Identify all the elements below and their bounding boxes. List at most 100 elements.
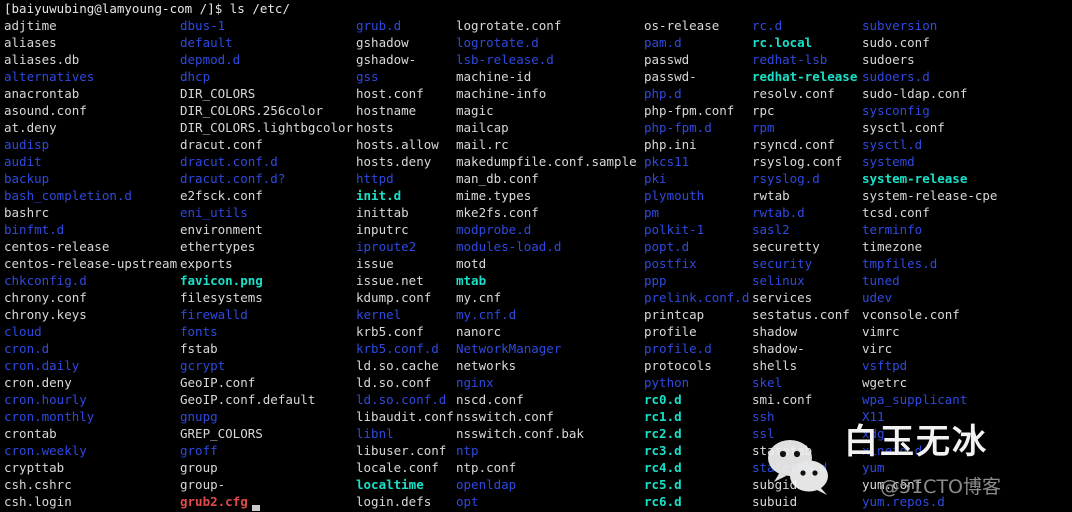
ls-entry: profile <box>644 324 697 339</box>
ls-entry: nginx <box>456 375 494 390</box>
ls-entry: pkcs11 <box>644 154 690 169</box>
ls-entry: exports <box>180 256 233 271</box>
ls-entry: nsswitch.conf.bak <box>456 426 584 441</box>
ls-column: os-release pam.d passwd passwd-php.d php-fpm… <box>644 17 749 510</box>
ls-entry: ld.so.cache <box>356 358 439 373</box>
ls-entry: python <box>644 375 690 390</box>
ls-entry: gnupg <box>180 409 218 424</box>
ls-entry: shells <box>752 358 798 373</box>
ls-entry: default <box>180 35 233 50</box>
ls-entry: csh.cshrc <box>4 477 72 492</box>
shell-prompt-line: [baiyuwubing@lamyoung-com /]$ ls /etc/ <box>4 1 290 16</box>
ls-entry: system-release <box>862 171 968 186</box>
ls-entry: inittab <box>356 205 409 220</box>
ls-entry: udev <box>862 290 893 305</box>
ls-entry: krb5.conf <box>356 324 424 339</box>
ls-column: dbus-1 default depmod.d dhcp DIR_COLORS DIR_C… <box>180 17 353 510</box>
ls-entry: my.cnf <box>456 290 502 305</box>
ls-entry: passwd <box>644 52 690 67</box>
ls-entry: rwtab.d <box>752 205 805 220</box>
ls-entry: logrotate.conf <box>456 18 562 33</box>
ls-entry: rc.local <box>752 35 813 50</box>
ls-entry: wpa_supplicant <box>862 392 968 407</box>
ls-entry: shadow <box>752 324 798 339</box>
ls-entry: wgetrc <box>862 375 908 390</box>
ls-entry: grub.d <box>356 18 402 33</box>
terminal-cursor <box>252 505 260 511</box>
ls-entry: fonts <box>180 324 218 339</box>
ls-entry: bash_completion.d <box>4 188 132 203</box>
ls-entry: ethertypes <box>180 239 256 254</box>
ls-entry: rc0.d <box>644 392 682 407</box>
ls-entry: profile.d <box>644 341 712 356</box>
ls-entry: ld.so.conf.d <box>356 392 447 407</box>
ls-entry: tmpfiles.d <box>862 256 938 271</box>
ls-entry: binfmt.d <box>4 222 65 237</box>
ls-entry: dbus-1 <box>180 18 226 33</box>
ls-entry: yum <box>862 460 885 475</box>
ls-entry: rc1.d <box>644 409 682 424</box>
ls-entry: alternatives <box>4 69 95 84</box>
ls-entry: sudoers.d <box>862 69 930 84</box>
ls-entry: resolv.conf <box>752 86 835 101</box>
ls-entry: subuid <box>752 494 798 509</box>
ls-entry: php.d <box>644 86 682 101</box>
ls-entry: ssl <box>752 426 775 441</box>
ls-entry: rsyslog.conf <box>752 154 843 169</box>
ls-entry: dhcp <box>180 69 211 84</box>
ls-entry: polkit-1 <box>644 222 705 237</box>
ls-entry: issue <box>356 256 394 271</box>
ls-entry: libnl <box>356 426 394 441</box>
ls-entry: motd <box>456 256 487 271</box>
ls-entry: dracut.conf.d <box>180 154 278 169</box>
ls-entry: os-release <box>644 18 720 33</box>
ls-entry: dracut.conf.d? <box>180 171 286 186</box>
ls-entry: rc5.d <box>644 477 682 492</box>
ls-entry: GeoIP.conf.default <box>180 392 316 407</box>
ls-entry: X11 <box>862 409 885 424</box>
ls-entry: mtab <box>456 273 487 288</box>
ls-entry: mime.types <box>456 188 532 203</box>
ls-entry: DIR_COLORS <box>180 86 256 101</box>
ls-entry: yum.conf <box>862 477 923 492</box>
ls-entry: subgid <box>752 477 798 492</box>
ls-entry: hosts <box>356 120 394 135</box>
ls-entry: mail.rc <box>456 137 509 152</box>
ls-entry: ntp <box>456 443 479 458</box>
ls-entry: gcrypt <box>180 358 226 373</box>
ls-entry: php-fpm.d <box>644 120 712 135</box>
ls-entry: sysctl.d <box>862 137 923 152</box>
ls-entry: ppp <box>644 273 667 288</box>
ls-entry: rpm <box>752 120 775 135</box>
ls-entry: chrony.conf <box>4 290 87 305</box>
ls-entry: timezone <box>862 239 923 254</box>
ls-entry: centos-release-upstream <box>4 256 178 271</box>
ls-entry: rc4.d <box>644 460 682 475</box>
terminal-window[interactable]: [baiyuwubing@lamyoung-com /]$ ls /etc/ a… <box>0 0 1072 512</box>
ls-entry: redhat-release <box>752 69 858 84</box>
ls-entry: rc2.d <box>644 426 682 441</box>
ls-entry: sudoers <box>862 52 915 67</box>
ls-entry: makedumpfile.conf.sample <box>456 154 637 169</box>
ls-entry: postfix <box>644 256 697 271</box>
ls-entry: hosts.deny <box>356 154 432 169</box>
ls-entry: login.defs <box>356 494 432 509</box>
ls-entry: prelink.conf.d <box>644 290 750 305</box>
ls-entry: cron.monthly <box>4 409 95 424</box>
ls-entry: ld.so.conf <box>356 375 432 390</box>
ls-entry: nanorc <box>456 324 502 339</box>
ls-entry: networks <box>456 358 517 373</box>
ls-entry: iproute2 <box>356 239 417 254</box>
ls-entry: krb5.conf.d <box>356 341 439 356</box>
ls-entry: sudo.conf <box>862 35 930 50</box>
ls-entry: printcap <box>644 307 705 322</box>
ls-entry: modprobe.d <box>456 222 532 237</box>
ls-entry: inputrc <box>356 222 409 237</box>
ls-entry: firewalld <box>180 307 248 322</box>
ls-entry: grub2.cfg <box>180 494 248 509</box>
ls-entry: e2fsck.conf <box>180 188 263 203</box>
ls-entry: at.deny <box>4 120 57 135</box>
ls-entry: mailcap <box>456 120 509 135</box>
ls-entry: filesystems <box>180 290 263 305</box>
ls-entry: libuser.conf <box>356 443 447 458</box>
